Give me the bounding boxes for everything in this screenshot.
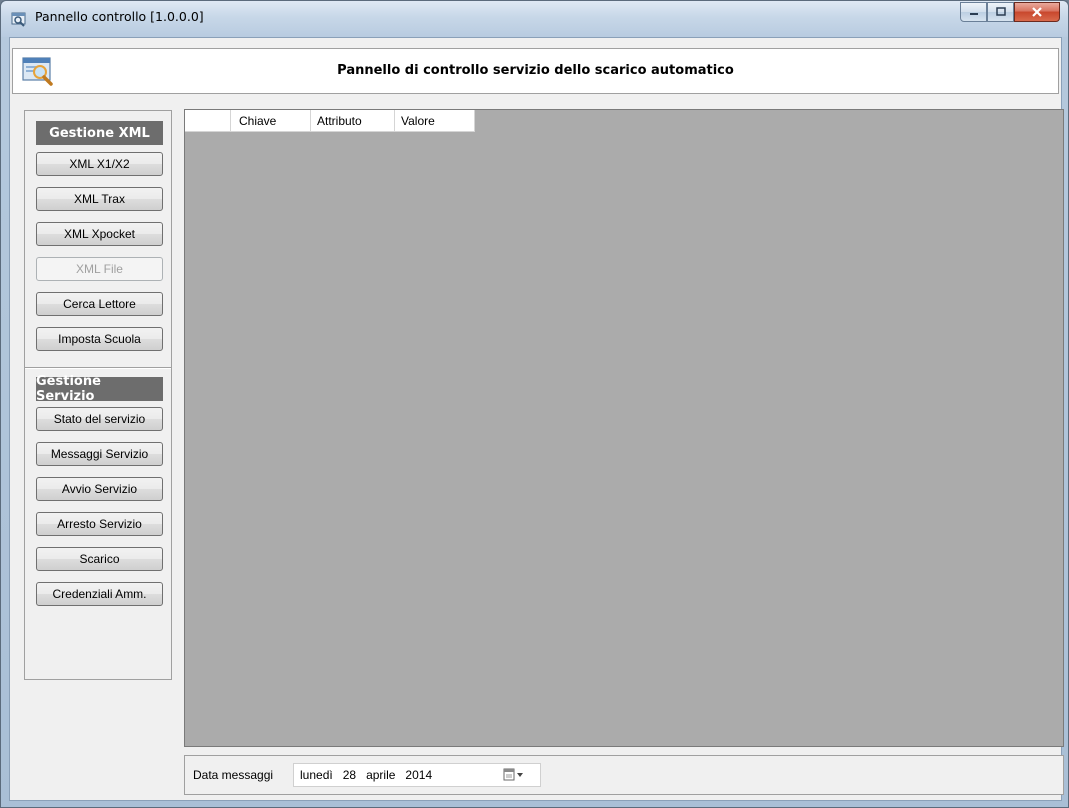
title-bar[interactable]: Pannello controllo [1.0.0.0]: [1, 1, 1068, 37]
xml-x1-x2-button[interactable]: XML X1/X2: [36, 152, 163, 176]
group-header-service: Gestione Servizio: [36, 374, 163, 404]
calendar-dropdown-icon[interactable]: [502, 767, 528, 783]
row-header-corner: [185, 110, 231, 132]
scarico-button[interactable]: Scarico: [36, 547, 163, 571]
caption-buttons: [960, 2, 1060, 22]
sidebar: Gestione XML XML X1/X2 XML Trax XML Xpoc…: [24, 110, 172, 680]
close-icon: [1032, 7, 1042, 17]
stato-servizio-button[interactable]: Stato del servizio: [36, 407, 163, 431]
xml-xpocket-button[interactable]: XML Xpocket: [36, 222, 163, 246]
xml-trax-button[interactable]: XML Trax: [36, 187, 163, 211]
date-picker[interactable]: lunedì 28 aprile 2014: [293, 763, 541, 787]
window-title: Pannello controllo [1.0.0.0]: [35, 9, 204, 24]
messaggi-servizio-button[interactable]: Messaggi Servizio: [36, 442, 163, 466]
group-header-xml: Gestione XML: [36, 121, 163, 145]
column-header-attributo[interactable]: Attributo: [311, 110, 395, 132]
header-panel: Pannello di controllo servizio dello sca…: [12, 48, 1059, 94]
arresto-servizio-button[interactable]: Arresto Servizio: [36, 512, 163, 536]
grid-header: Chiave Attributo Valore: [185, 110, 475, 132]
avvio-servizio-button[interactable]: Avvio Servizio: [36, 477, 163, 501]
page-title: Pannello di controllo servizio dello sca…: [337, 63, 734, 78]
column-header-valore[interactable]: Valore: [395, 110, 475, 132]
date-year[interactable]: 2014: [405, 768, 432, 782]
close-button[interactable]: [1014, 2, 1060, 22]
cerca-lettore-button[interactable]: Cerca Lettore: [36, 292, 163, 316]
imposta-scuola-button[interactable]: Imposta Scuola: [36, 327, 163, 351]
data-grid[interactable]: Chiave Attributo Valore: [184, 109, 1064, 747]
credenziali-amm-button[interactable]: Credenziali Amm.: [36, 582, 163, 606]
date-label: Data messaggi: [193, 768, 274, 782]
app-icon: [11, 12, 26, 27]
column-header-chiave[interactable]: Chiave: [231, 110, 311, 132]
app-window: Pannello controllo [1.0.0.0] Pannello di…: [0, 0, 1069, 808]
client-area: Pannello di controllo servizio dello sca…: [9, 37, 1064, 801]
date-day[interactable]: 28: [343, 768, 356, 782]
xml-file-button: XML File: [36, 257, 163, 281]
minimize-icon: [969, 13, 978, 15]
date-month[interactable]: aprile: [366, 768, 395, 782]
minimize-button[interactable]: [960, 2, 987, 22]
maximize-icon: [995, 7, 1006, 16]
sidebar-divider: [25, 367, 171, 369]
footer-panel: Data messaggi lunedì 28 aprile 2014: [184, 755, 1064, 795]
maximize-button[interactable]: [987, 2, 1014, 22]
date-weekday[interactable]: lunedì: [300, 768, 333, 782]
